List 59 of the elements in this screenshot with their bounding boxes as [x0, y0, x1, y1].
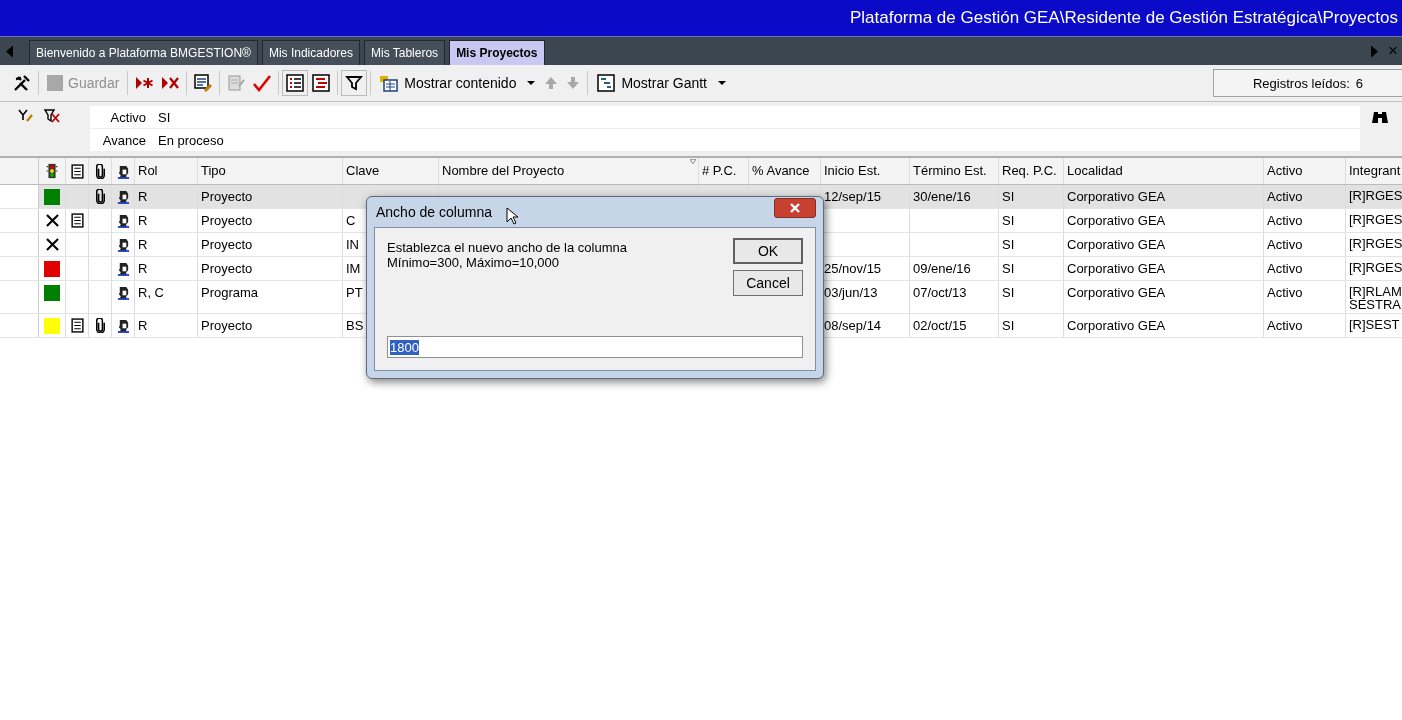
filter-label: Activo	[109, 109, 147, 125]
table-cell: SI	[1002, 189, 1015, 204]
dialog-message: Mínimo=300, Máximo=10,000	[387, 255, 560, 270]
table-cell: Activo	[1267, 285, 1303, 300]
table-cell: Corporativo GEA	[1067, 237, 1166, 252]
filter-value: SI	[158, 109, 171, 125]
table-cell: Proyecto	[201, 189, 253, 204]
filter-label: Avance	[101, 132, 147, 148]
table-cell: SI	[1002, 237, 1015, 252]
table-cell: [R]RGES	[1349, 189, 1402, 202]
table-cell: Proyecto	[201, 213, 253, 228]
table-cell: IN	[346, 237, 359, 252]
table-cell: SI	[1002, 213, 1015, 228]
table-cell: 25/nov/15	[824, 261, 882, 276]
table-cell: [R]SEST	[1349, 318, 1400, 331]
table-cell: R	[138, 213, 148, 228]
table-cell: IM	[346, 261, 361, 276]
table-cell: 30/ene/16	[913, 189, 971, 204]
table-cell: 03/jun/13	[824, 285, 878, 300]
table-cell: R	[138, 261, 148, 276]
filter-value: En proceso	[158, 132, 224, 148]
table-cell: C	[346, 213, 356, 228]
table-cell: SI	[1002, 261, 1015, 276]
table-cell: Corporativo GEA	[1067, 318, 1166, 333]
table-cell: [R]RGES	[1349, 261, 1402, 274]
table-cell: Proyecto	[201, 261, 253, 276]
table-cell: 02/oct/15	[913, 318, 967, 333]
table-cell: Corporativo GEA	[1067, 213, 1166, 228]
table-cell: Programa	[201, 285, 259, 300]
table-cell: Activo	[1267, 261, 1303, 276]
table-cell: [R]RGES	[1349, 213, 1402, 226]
table-cell: Activo	[1267, 318, 1303, 333]
records-count: 6	[1355, 75, 1364, 91]
table-cell: Corporativo GEA	[1067, 285, 1166, 300]
table-cell: SI	[1002, 285, 1015, 300]
dialog-message: Establezca el nuevo ancho de la columna	[387, 240, 627, 255]
table-cell: [R]RLAM SESTRA	[1349, 285, 1402, 311]
table-cell: 07/oct/13	[913, 285, 967, 300]
table-cell: [R]RGES	[1349, 237, 1402, 250]
table-cell: SI	[1002, 318, 1015, 333]
table-cell: R	[138, 318, 148, 333]
table-cell: Corporativo GEA	[1067, 189, 1166, 204]
table-cell: 12/sep/15	[824, 189, 882, 204]
table-cell: Activo	[1267, 189, 1303, 204]
records-label: Registros leídos:	[1252, 75, 1350, 91]
table-cell: PT	[346, 285, 363, 300]
table-cell: Corporativo GEA	[1067, 261, 1166, 276]
table-cell: Activo	[1267, 213, 1303, 228]
table-cell: R	[138, 237, 148, 252]
table-cell: R, C	[138, 285, 164, 300]
table-cell: 09/ene/16	[913, 261, 971, 276]
table-cell: Proyecto	[201, 318, 253, 333]
table-cell: Activo	[1267, 237, 1303, 252]
table-cell: R	[138, 189, 148, 204]
table-cell: Proyecto	[201, 237, 253, 252]
window-title: Plataforma de Gestión GEA\Residente de Gestión Estratégica\Proyectos	[849, 8, 1398, 28]
table-cell: 08/sep/14	[824, 318, 882, 333]
dialog-title: Ancho de columna	[376, 204, 492, 220]
table-cell: BS	[346, 318, 364, 333]
